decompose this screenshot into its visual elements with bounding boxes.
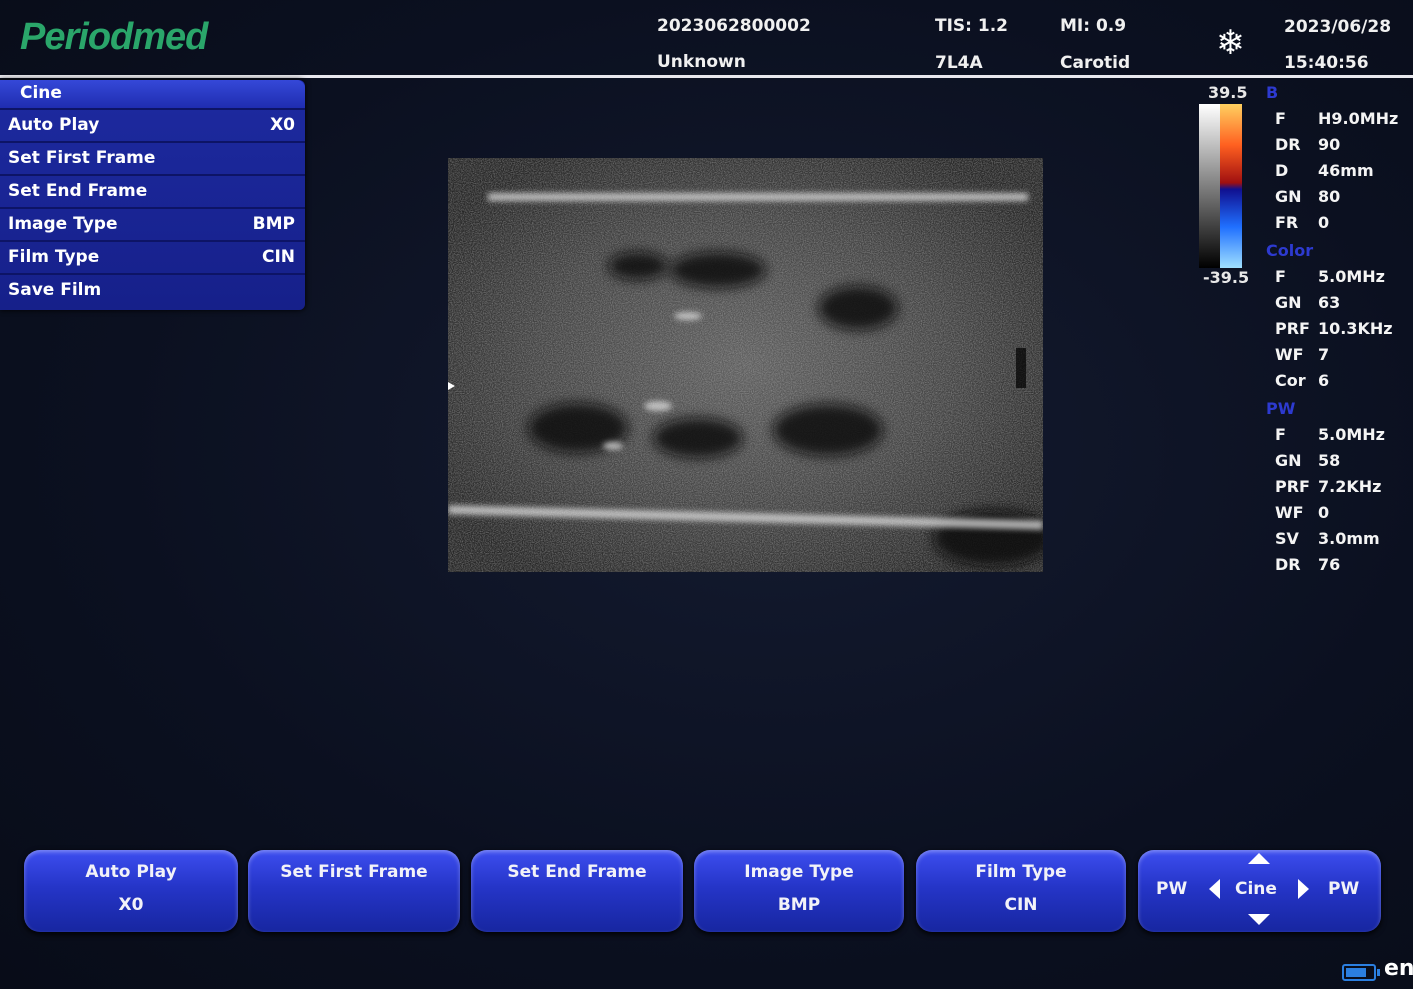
param-row: D 46mm bbox=[1275, 161, 1374, 180]
arrow-up-icon[interactable] bbox=[1248, 853, 1270, 864]
ultrasound-image[interactable] bbox=[448, 158, 1043, 572]
param-row: GN 80 bbox=[1275, 187, 1341, 206]
tis-value: TIS: 1.2 bbox=[935, 16, 1008, 36]
menu-item-label: Auto Play bbox=[8, 115, 100, 135]
param-row: F 5.0MHz bbox=[1275, 267, 1385, 286]
param-row: DR 76 bbox=[1275, 555, 1341, 574]
menu-item-set-end-frame[interactable]: Set End Frame bbox=[0, 176, 305, 209]
menu-item-label: Set First Frame bbox=[8, 148, 156, 168]
menu-item-value: X0 bbox=[270, 115, 295, 135]
menu-item-value: BMP bbox=[252, 214, 295, 234]
softkey-auto-play[interactable]: Auto Play X0 bbox=[24, 850, 238, 932]
param-row: DR 90 bbox=[1275, 135, 1341, 154]
patient-name: Unknown bbox=[657, 52, 746, 72]
nav-right-label: PW bbox=[1328, 879, 1360, 899]
pw-mode-title: PW bbox=[1266, 399, 1296, 418]
softkey-mode-nav[interactable]: PW Cine PW bbox=[1138, 850, 1381, 932]
softkey-label: Set First Frame bbox=[280, 862, 428, 882]
exam-preset: Carotid bbox=[1060, 53, 1131, 73]
softkey-value: X0 bbox=[118, 895, 144, 915]
date-display: 2023/06/28 bbox=[1284, 17, 1392, 37]
color-mode-title: Color bbox=[1266, 241, 1314, 260]
cine-menu: Cine Auto Play X0 Set First Frame Set End… bbox=[0, 80, 305, 310]
battery-level bbox=[1346, 968, 1366, 977]
patient-id: 2023062800002 bbox=[657, 16, 811, 36]
arrow-right-icon[interactable] bbox=[1298, 879, 1309, 899]
softkey-image-type[interactable]: Image Type BMP bbox=[694, 850, 904, 932]
nav-center-label: Cine bbox=[1235, 879, 1277, 899]
param-row: SV 3.0mm bbox=[1275, 529, 1380, 548]
param-row: Cor 6 bbox=[1275, 371, 1330, 390]
time-display: 15:40:56 bbox=[1284, 53, 1369, 73]
probe-name: 7L4A bbox=[935, 53, 983, 73]
param-row: PRF 10.3KHz bbox=[1275, 319, 1393, 338]
softkey-set-end-frame[interactable]: Set End Frame bbox=[471, 850, 683, 932]
header-divider bbox=[0, 75, 1413, 78]
softkey-value: BMP bbox=[777, 895, 821, 915]
param-row: GN 63 bbox=[1275, 293, 1341, 312]
softkey-label: Film Type bbox=[975, 862, 1067, 882]
softkey-film-type[interactable]: Film Type CIN bbox=[916, 850, 1126, 932]
language-indicator[interactable]: en bbox=[1384, 956, 1413, 981]
cine-menu-title: Cine bbox=[0, 80, 305, 110]
ultrasound-scan-graphic bbox=[448, 158, 1043, 572]
arrow-left-icon[interactable] bbox=[1209, 879, 1220, 899]
scale-min: -39.5 bbox=[1203, 268, 1250, 287]
param-row: GN 58 bbox=[1275, 451, 1341, 470]
snowflake-icon: ❄ bbox=[1216, 23, 1245, 63]
menu-item-save-film[interactable]: Save Film bbox=[0, 275, 305, 306]
softkey-label: Set End Frame bbox=[507, 862, 647, 882]
menu-item-label: Save Film bbox=[8, 280, 102, 300]
param-row: PRF 7.2KHz bbox=[1275, 477, 1382, 496]
menu-item-label: Film Type bbox=[8, 247, 100, 267]
scale-max: 39.5 bbox=[1208, 83, 1248, 102]
menu-item-film-type[interactable]: Film Type CIN bbox=[0, 242, 305, 275]
param-row: WF 0 bbox=[1275, 503, 1330, 522]
menu-item-auto-play[interactable]: Auto Play X0 bbox=[0, 110, 305, 143]
menu-item-label: Set End Frame bbox=[8, 181, 148, 201]
param-row: F 5.0MHz bbox=[1275, 425, 1385, 444]
param-row: FR 0 bbox=[1275, 213, 1330, 232]
mi-value: MI: 0.9 bbox=[1060, 16, 1127, 36]
softkey-label: Image Type bbox=[744, 862, 854, 882]
param-row: F H9.0MHz bbox=[1275, 109, 1399, 128]
nav-left-label: PW bbox=[1156, 879, 1188, 899]
softkey-set-first-frame[interactable]: Set First Frame bbox=[248, 850, 460, 932]
menu-item-set-first-frame[interactable]: Set First Frame bbox=[0, 143, 305, 176]
color-scale-bar bbox=[1199, 104, 1242, 268]
battery-icon bbox=[1342, 964, 1380, 981]
softkey-value: CIN bbox=[1004, 895, 1038, 915]
menu-item-value: CIN bbox=[261, 247, 295, 267]
arrow-down-icon[interactable] bbox=[1248, 914, 1270, 925]
softkey-label: Auto Play bbox=[85, 862, 177, 882]
menu-item-label: Image Type bbox=[8, 214, 118, 234]
brand-logo: Periodmed bbox=[20, 16, 208, 58]
b-mode-title: B bbox=[1266, 83, 1279, 102]
param-row: WF 7 bbox=[1275, 345, 1330, 364]
menu-item-image-type[interactable]: Image Type BMP bbox=[0, 209, 305, 242]
